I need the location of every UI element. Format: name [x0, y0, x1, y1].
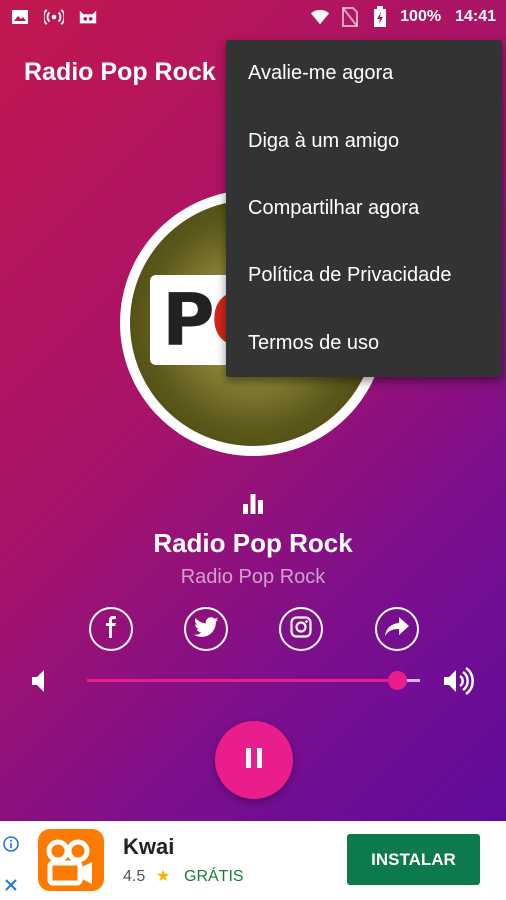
- station-subtitle: Radio Pop Rock: [180, 566, 326, 588]
- volume-low-icon[interactable]: [30, 668, 52, 694]
- twitter-button[interactable]: [184, 607, 228, 651]
- ad-price: GRÁTIS: [184, 868, 244, 885]
- facebook-button[interactable]: [89, 607, 133, 651]
- ad-rating: 4.5: [123, 868, 146, 885]
- menu-item-tell-friend[interactable]: Diga à um amigo: [226, 107, 502, 174]
- status-bar: 100% 14:41: [0, 0, 506, 34]
- kwai-logo[interactable]: [38, 829, 104, 891]
- volume-slider-fill: [87, 679, 397, 682]
- app-title: Radio Pop Rock: [24, 58, 216, 86]
- menu-item-rate[interactable]: Avalie-me agora: [226, 40, 502, 107]
- pause-button[interactable]: [215, 721, 293, 799]
- pause-icon: [244, 747, 264, 774]
- battery-percentage: 100%: [400, 8, 442, 25]
- overflow-menu: Avalie-me agora Diga à um amigo Comparti…: [226, 40, 502, 377]
- ad-close-icon[interactable]: [4, 878, 18, 897]
- gallery-icon: [10, 7, 30, 27]
- station-name: Radio Pop Rock: [153, 528, 353, 558]
- menu-item-privacy[interactable]: Política de Privacidade: [226, 242, 502, 309]
- share-button[interactable]: [375, 607, 419, 651]
- ad-info-icon[interactable]: [3, 836, 19, 857]
- no-sim-icon: [340, 7, 360, 27]
- battery-charging-icon: [370, 6, 390, 27]
- cat-icon: [78, 7, 98, 27]
- clock: 14:41: [455, 8, 496, 25]
- menu-item-share[interactable]: Compartilhar agora: [226, 175, 502, 242]
- album-logo-letter-p: P: [162, 278, 215, 362]
- twitter-icon: [194, 616, 219, 642]
- facebook-icon: [101, 615, 121, 643]
- install-button[interactable]: INSTALAR: [347, 834, 480, 885]
- share-icon: [385, 616, 409, 642]
- ad-app-name[interactable]: Kwai: [123, 834, 174, 860]
- equalizer-icon: [241, 492, 265, 516]
- instagram-button[interactable]: [279, 607, 323, 651]
- volume-slider[interactable]: [87, 671, 420, 690]
- radio-signal-icon: [44, 7, 64, 27]
- volume-slider-thumb[interactable]: [387, 671, 407, 690]
- star-icon: ★: [156, 868, 171, 885]
- instagram-icon: [290, 615, 312, 643]
- volume-high-icon[interactable]: [442, 666, 476, 696]
- wifi-icon: [310, 7, 330, 27]
- menu-item-terms[interactable]: Termos de uso: [226, 310, 502, 377]
